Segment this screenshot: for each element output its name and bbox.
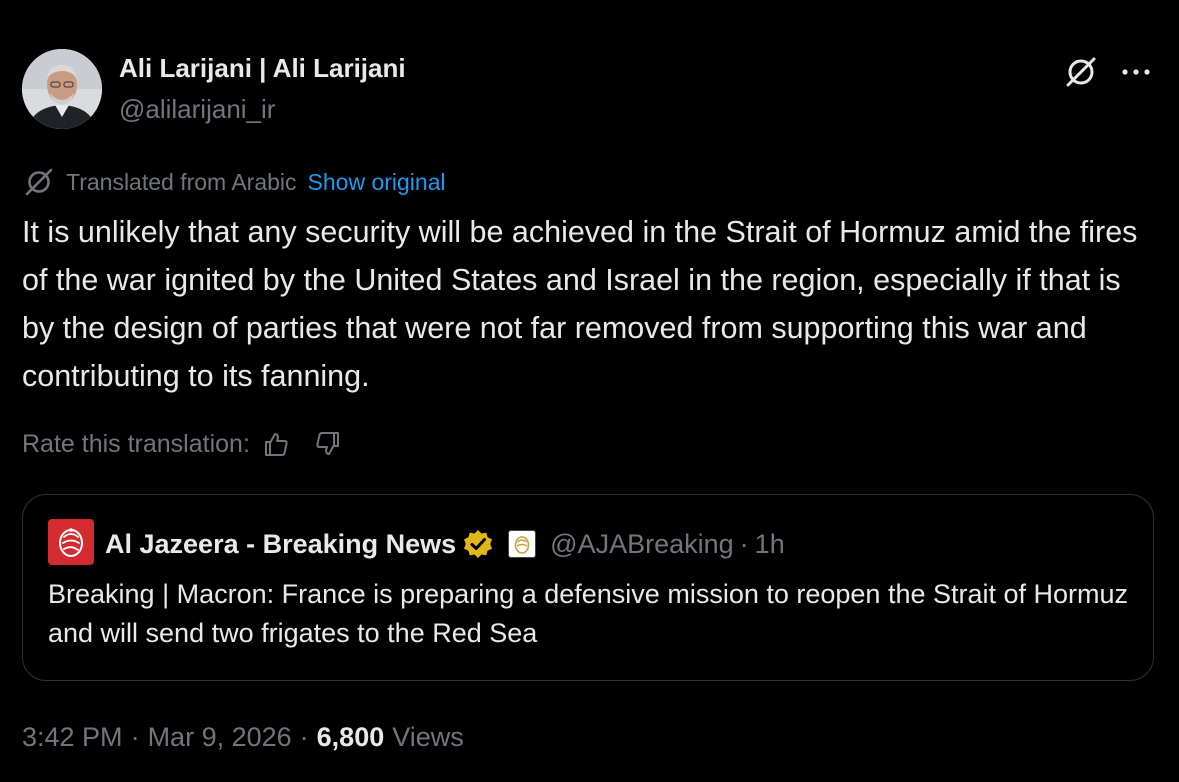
grok-button[interactable] (1063, 54, 1099, 90)
views-count[interactable]: 6,800 (317, 722, 385, 753)
thumbs-down-button[interactable] (312, 428, 344, 460)
thumbs-down-icon (316, 432, 339, 455)
author-avatar[interactable] (22, 49, 102, 129)
translated-from-label: Translated from Arabic (66, 168, 297, 195)
author-handle[interactable]: @alilarijani_ir (119, 94, 275, 125)
quoted-tweet-card[interactable]: Al Jazeera - Breaking News @AJABreaking … (22, 494, 1154, 681)
thumbs-up-button[interactable] (260, 428, 292, 460)
tweet-meta: 3:42 PM · Mar 9, 2026 · 6,800 Views (22, 717, 464, 757)
rate-translation: Rate this translation: (22, 426, 344, 462)
quote-author-handle[interactable]: @AJABreaking (550, 529, 734, 560)
show-original-link[interactable]: Show original (308, 169, 446, 196)
quote-author-avatar[interactable] (48, 519, 94, 565)
grok-translate-icon (24, 167, 54, 197)
more-options-button[interactable] (1116, 57, 1156, 87)
quote-author-name[interactable]: Al Jazeera - Breaking News (105, 529, 456, 560)
thumbs-up-icon (264, 433, 288, 456)
tweet-text: It is unlikely that any security will be… (22, 215, 1138, 393)
translation-notice: Translated from Arabic Show original (24, 166, 446, 198)
post-date[interactable]: Mar 9, 2026 (148, 722, 292, 753)
meta-separator: · (299, 721, 309, 752)
views-label: Views (392, 721, 464, 752)
quote-header: Al Jazeera - Breaking News @AJABreaking … (105, 524, 785, 564)
quote-timestamp[interactable]: 1h (755, 529, 785, 560)
al-jazeera-logo-icon (59, 528, 83, 557)
quote-text: Breaking | Macron: France is preparing a… (48, 579, 1129, 648)
al-jazeera-affiliate-icon[interactable] (508, 530, 537, 558)
meta-separator: · (130, 721, 140, 752)
quote-separator: · (739, 528, 749, 559)
post-time[interactable]: 3:42 PM (22, 722, 123, 753)
more-horizontal-icon (1122, 69, 1150, 75)
tweet-detail: Ali Larijani | Ali Larijani @alilarijani… (0, 0, 1179, 782)
rate-translation-label: Rate this translation: (22, 429, 250, 458)
profile-photo-icon (22, 49, 102, 129)
verified-gold-badge-icon (462, 528, 494, 560)
grok-icon (1066, 57, 1096, 87)
author-name[interactable]: Ali Larijani | Ali Larijani (119, 53, 406, 84)
